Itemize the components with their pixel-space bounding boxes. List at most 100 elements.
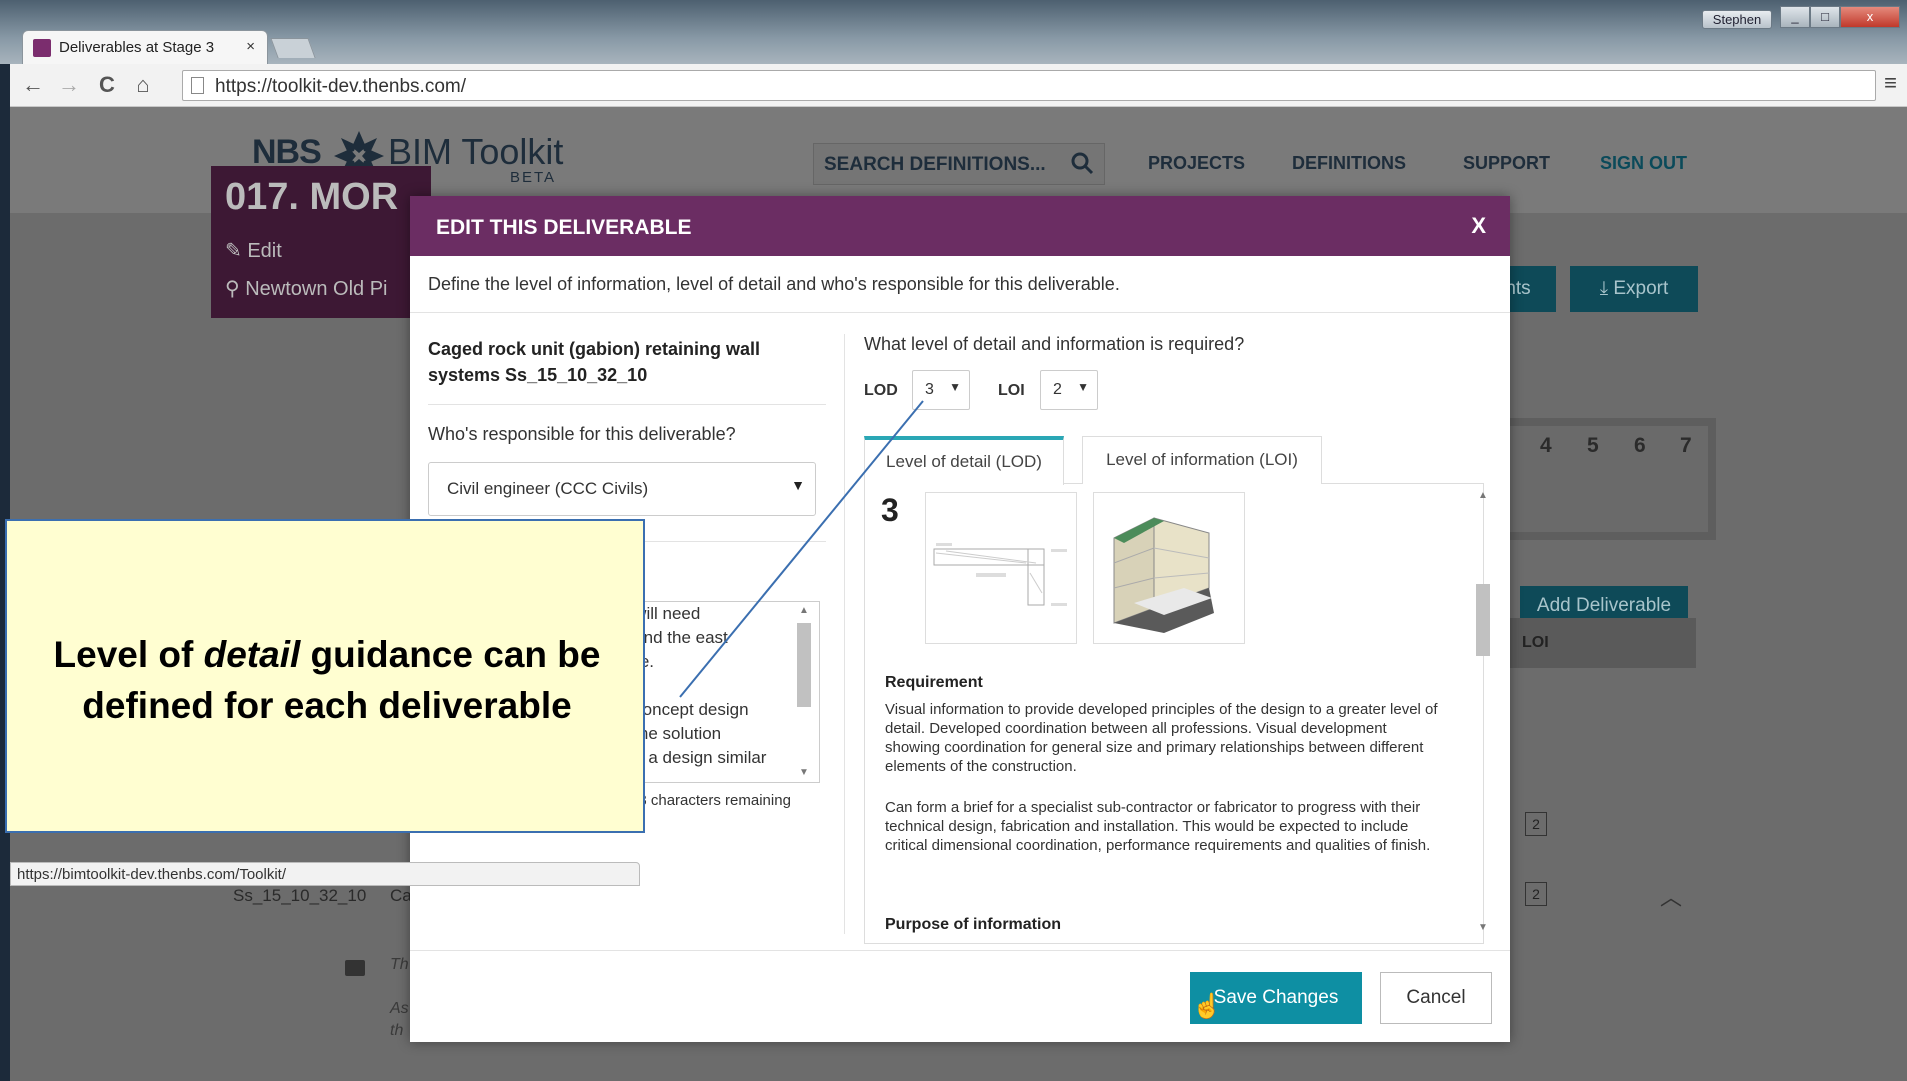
- scroll-thumb[interactable]: [1476, 584, 1490, 656]
- characters-remaining: 48 characters remaining: [630, 792, 791, 809]
- section-drawing-icon: [933, 543, 1067, 606]
- notes-scrollbar[interactable]: ▲ ▼: [795, 603, 813, 781]
- modal-title: EDIT THIS DELIVERABLE: [436, 216, 692, 239]
- purpose-heading: Purpose of information: [885, 916, 1061, 933]
- deliverable-name: Caged rock unit (gabion) retaining wall …: [428, 339, 761, 385]
- loi-label: LOI: [998, 382, 1025, 399]
- nav-definitions[interactable]: DEFINITIONS: [1292, 153, 1406, 174]
- reload-icon[interactable]: C: [94, 72, 120, 98]
- divider: [428, 404, 826, 405]
- definitions-search[interactable]: SEARCH DEFINITIONS...: [813, 143, 1105, 185]
- scroll-up-icon[interactable]: ▲: [795, 603, 813, 619]
- modal-description: Define the level of information, level o…: [428, 274, 1120, 294]
- tab-level-of-detail[interactable]: Level of detail (LOD): [864, 436, 1064, 485]
- screen: Stephen _ □ x Deliverables at Stage 3 × …: [0, 0, 1907, 1081]
- comment-icon[interactable]: [345, 960, 365, 976]
- responsible-select[interactable]: Civil engineer (CCC Civils) ▼: [428, 462, 816, 516]
- row-note-partial: As: [390, 1000, 409, 1017]
- nav-sign-out[interactable]: SIGN OUT: [1600, 153, 1687, 174]
- project-location-text: Newtown Old Pi: [245, 278, 388, 300]
- search-icon[interactable]: [1070, 151, 1094, 175]
- stage-7[interactable]: 7: [1680, 434, 1692, 458]
- row-code: Ss_15_10_32_10: [233, 886, 367, 905]
- loi-cell: 2: [1525, 812, 1547, 836]
- dropdown-arrow-icon: ▼: [1077, 380, 1089, 394]
- loi-cell: 2: [1525, 882, 1547, 906]
- nav-support[interactable]: SUPPORT: [1463, 153, 1550, 174]
- callout-text-pre: Level of: [53, 634, 204, 675]
- tab-level-of-information[interactable]: Level of information (LOI): [1082, 436, 1322, 484]
- page-icon: [191, 77, 204, 94]
- logo-beta-text: BETA: [510, 169, 557, 186]
- nav-projects[interactable]: PROJECTS: [1148, 153, 1245, 174]
- requirement-paragraph: Visual information to provide developed …: [885, 701, 1438, 775]
- project-edit-label: Edit: [247, 240, 282, 262]
- row-note-partial: Th: [390, 956, 409, 973]
- stage-4[interactable]: 4: [1540, 434, 1552, 458]
- hand-cursor-icon: ☝: [1192, 993, 1222, 1020]
- loi-column-header: LOI: [1522, 634, 1549, 651]
- dropdown-arrow-icon: ▼: [949, 380, 961, 394]
- scroll-down-icon[interactable]: ▼: [1474, 920, 1492, 936]
- url-text: https://toolkit-dev.thenbs.com/: [215, 76, 466, 97]
- scroll-up-icon[interactable]: ▲: [1474, 488, 1492, 504]
- browser-menu-icon[interactable]: ≡: [1884, 70, 1897, 96]
- scroll-down-icon[interactable]: ▼: [795, 765, 813, 781]
- lod-number: 3: [881, 492, 899, 528]
- browser-status-bar: https://bimtoolkit-dev.thenbs.com/Toolki…: [10, 862, 640, 886]
- lod-label: LOD: [864, 382, 898, 399]
- responsible-label: Who's responsible for this deliverable?: [428, 424, 736, 444]
- level-question: What level of detail and information is …: [864, 334, 1245, 354]
- scroll-thumb[interactable]: [797, 623, 811, 707]
- restore-button[interactable]: □: [1810, 6, 1840, 28]
- lod-section-drawing: [925, 492, 1077, 644]
- responsible-value: Civil engineer (CCC Civils): [447, 479, 649, 498]
- cancel-button[interactable]: Cancel: [1380, 972, 1492, 1024]
- project-card: 017. MOR ✎ Edit ⚲ Newtown Old Pi: [211, 166, 431, 318]
- modal-close-button[interactable]: X: [1471, 213, 1486, 239]
- loi-select[interactable]: 2 ▼: [1040, 370, 1098, 410]
- lod-select-value: 3: [925, 381, 934, 398]
- new-tab-button[interactable]: [270, 38, 316, 58]
- level-tabs: Level of detail (LOD) Level of informati…: [864, 436, 1484, 485]
- browser-toolbar: ← → C ⌂ https://toolkit-dev.thenbs.com/ …: [10, 64, 1907, 107]
- export-label: Export: [1613, 278, 1669, 299]
- divider: [410, 312, 1510, 313]
- annotation-callout: Level of detail guidance can be defined …: [5, 519, 645, 833]
- chevron-up-icon[interactable]: ︿: [1660, 880, 1682, 912]
- lod-3d-model: [1093, 492, 1245, 644]
- export-button[interactable]: ⤓ Export: [1570, 266, 1698, 312]
- requirement-heading: Requirement: [885, 674, 983, 691]
- minimize-button[interactable]: _: [1780, 6, 1810, 28]
- tab-title: Deliverables at Stage 3: [59, 39, 215, 56]
- browser-tab[interactable]: Deliverables at Stage 3 ×: [22, 30, 268, 64]
- modal-header: EDIT THIS DELIVERABLE X: [410, 196, 1510, 256]
- loi-select-value: 2: [1053, 381, 1062, 398]
- detail-scrollbar[interactable]: ▲ ▼: [1474, 488, 1492, 938]
- project-location: ⚲ Newtown Old Pi: [225, 278, 388, 300]
- callout-text: Level of detail guidance can be defined …: [7, 629, 647, 731]
- project-edit-link[interactable]: ✎ Edit: [225, 238, 282, 263]
- close-window-button[interactable]: x: [1840, 6, 1900, 28]
- back-arrow-icon[interactable]: ←: [20, 72, 46, 98]
- address-bar[interactable]: https://toolkit-dev.thenbs.com/: [182, 70, 1876, 101]
- row-note-partial: th: [390, 1022, 404, 1039]
- forward-arrow-icon[interactable]: →: [56, 72, 82, 98]
- stage-6[interactable]: 6: [1634, 434, 1646, 458]
- requirement-paragraph: Can form a brief for a specialist sub-co…: [885, 799, 1431, 854]
- column-divider: [844, 334, 845, 934]
- stage-5[interactable]: 5: [1587, 434, 1599, 458]
- browser-title-bar: Stephen _ □ x Deliverables at Stage 3 ×: [0, 0, 1907, 64]
- nbs-favicon-icon: [33, 39, 51, 57]
- project-title: 017. MOR: [225, 176, 399, 218]
- lod-detail-panel: 3 Requirement Visual information to prov…: [864, 484, 1484, 944]
- search-placeholder: SEARCH DEFINITIONS...: [824, 154, 1046, 175]
- home-icon[interactable]: ⌂: [130, 72, 156, 98]
- divider: [410, 950, 1510, 951]
- lod-select[interactable]: 3 ▼: [912, 370, 970, 410]
- row-name-partial: Ca: [390, 886, 412, 905]
- tab-close-button[interactable]: ×: [246, 38, 255, 55]
- download-icon: ⤓: [1599, 278, 1614, 299]
- callout-text-emphasis: detail: [203, 634, 301, 675]
- window-user-badge[interactable]: Stephen: [1702, 10, 1772, 29]
